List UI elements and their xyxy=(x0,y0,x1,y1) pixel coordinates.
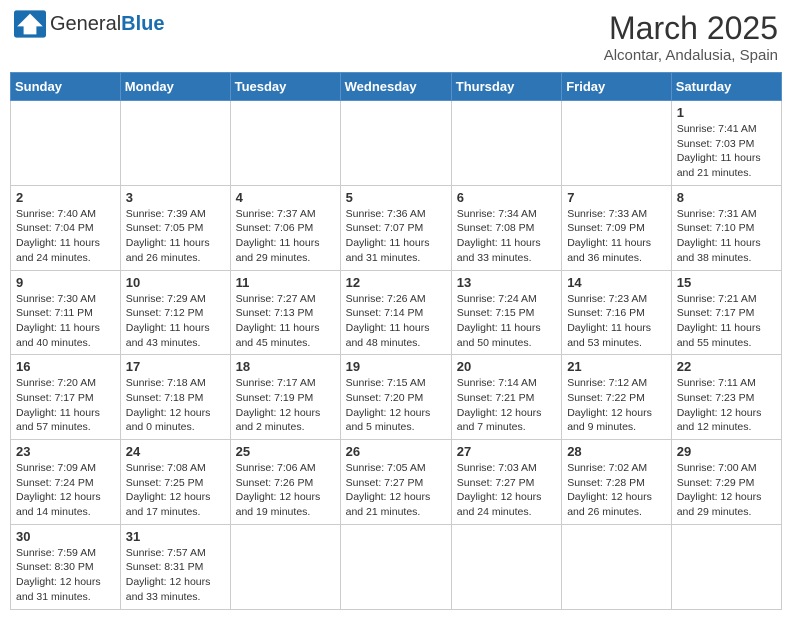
header-wednesday: Wednesday xyxy=(340,73,451,101)
day-27: 27 Sunrise: 7:03 AM Sunset: 7:27 PM Dayl… xyxy=(451,440,561,525)
location-subtitle: Alcontar, Andalusia, Spain xyxy=(604,47,778,64)
day-22: 22 Sunrise: 7:11 AM Sunset: 7:23 PM Dayl… xyxy=(671,355,781,440)
day-13: 13 Sunrise: 7:24 AM Sunset: 7:15 PM Dayl… xyxy=(451,270,561,355)
day-30: 30 Sunrise: 7:59 AM Sunset: 8:30 PM Dayl… xyxy=(11,524,121,609)
day-26: 26 Sunrise: 7:05 AM Sunset: 7:27 PM Dayl… xyxy=(340,440,451,525)
empty-cell xyxy=(230,101,340,186)
calendar-row-3: 9 Sunrise: 7:30 AM Sunset: 7:11 PM Dayli… xyxy=(11,270,782,355)
day-3: 3 Sunrise: 7:39 AM Sunset: 7:05 PM Dayli… xyxy=(120,185,230,270)
generalblue-icon xyxy=(14,10,46,38)
empty-cell xyxy=(120,101,230,186)
empty-cell xyxy=(11,101,121,186)
header-saturday: Saturday xyxy=(671,73,781,101)
logo-text: GeneralBlue xyxy=(50,13,165,36)
day-12: 12 Sunrise: 7:26 AM Sunset: 7:14 PM Dayl… xyxy=(340,270,451,355)
calendar-row-1: 1 Sunrise: 7:41 AM Sunset: 7:03 PM Dayli… xyxy=(11,101,782,186)
day-5: 5 Sunrise: 7:36 AM Sunset: 7:07 PM Dayli… xyxy=(340,185,451,270)
day-15: 15 Sunrise: 7:21 AM Sunset: 7:17 PM Dayl… xyxy=(671,270,781,355)
weekday-header-row: Sunday Monday Tuesday Wednesday Thursday… xyxy=(11,73,782,101)
header-tuesday: Tuesday xyxy=(230,73,340,101)
month-title: March 2025 xyxy=(604,10,778,47)
empty-cell xyxy=(451,101,561,186)
day-29: 29 Sunrise: 7:00 AM Sunset: 7:29 PM Dayl… xyxy=(671,440,781,525)
day-18: 18 Sunrise: 7:17 AM Sunset: 7:19 PM Dayl… xyxy=(230,355,340,440)
day-8: 8 Sunrise: 7:31 AM Sunset: 7:10 PM Dayli… xyxy=(671,185,781,270)
day-10: 10 Sunrise: 7:29 AM Sunset: 7:12 PM Dayl… xyxy=(120,270,230,355)
empty-cell xyxy=(671,524,781,609)
calendar-row-4: 16 Sunrise: 7:20 AM Sunset: 7:17 PM Dayl… xyxy=(11,355,782,440)
day-25: 25 Sunrise: 7:06 AM Sunset: 7:26 PM Dayl… xyxy=(230,440,340,525)
calendar-table: Sunday Monday Tuesday Wednesday Thursday… xyxy=(10,72,782,610)
day-2: 2 Sunrise: 7:40 AM Sunset: 7:04 PM Dayli… xyxy=(11,185,121,270)
day-31: 31 Sunrise: 7:57 AM Sunset: 8:31 PM Dayl… xyxy=(120,524,230,609)
header-monday: Monday xyxy=(120,73,230,101)
day-23: 23 Sunrise: 7:09 AM Sunset: 7:24 PM Dayl… xyxy=(11,440,121,525)
day-20: 20 Sunrise: 7:14 AM Sunset: 7:21 PM Dayl… xyxy=(451,355,561,440)
day-1: 1 Sunrise: 7:41 AM Sunset: 7:03 PM Dayli… xyxy=(671,101,781,186)
day-9: 9 Sunrise: 7:30 AM Sunset: 7:11 PM Dayli… xyxy=(11,270,121,355)
day-16: 16 Sunrise: 7:20 AM Sunset: 7:17 PM Dayl… xyxy=(11,355,121,440)
day-11: 11 Sunrise: 7:27 AM Sunset: 7:13 PM Dayl… xyxy=(230,270,340,355)
day-28: 28 Sunrise: 7:02 AM Sunset: 7:28 PM Dayl… xyxy=(562,440,672,525)
calendar-row-6: 30 Sunrise: 7:59 AM Sunset: 8:30 PM Dayl… xyxy=(11,524,782,609)
empty-cell xyxy=(562,101,672,186)
header-friday: Friday xyxy=(562,73,672,101)
day-14: 14 Sunrise: 7:23 AM Sunset: 7:16 PM Dayl… xyxy=(562,270,672,355)
empty-cell xyxy=(451,524,561,609)
header-sunday: Sunday xyxy=(11,73,121,101)
day-17: 17 Sunrise: 7:18 AM Sunset: 7:18 PM Dayl… xyxy=(120,355,230,440)
empty-cell xyxy=(340,101,451,186)
day-6: 6 Sunrise: 7:34 AM Sunset: 7:08 PM Dayli… xyxy=(451,185,561,270)
day-4: 4 Sunrise: 7:37 AM Sunset: 7:06 PM Dayli… xyxy=(230,185,340,270)
header-thursday: Thursday xyxy=(451,73,561,101)
empty-cell xyxy=(230,524,340,609)
calendar-row-2: 2 Sunrise: 7:40 AM Sunset: 7:04 PM Dayli… xyxy=(11,185,782,270)
day-24: 24 Sunrise: 7:08 AM Sunset: 7:25 PM Dayl… xyxy=(120,440,230,525)
day-7: 7 Sunrise: 7:33 AM Sunset: 7:09 PM Dayli… xyxy=(562,185,672,270)
header: GeneralBlue March 2025 Alcontar, Andalus… xyxy=(10,10,782,64)
day-21: 21 Sunrise: 7:12 AM Sunset: 7:22 PM Dayl… xyxy=(562,355,672,440)
day-1-info: Sunrise: 7:41 AM Sunset: 7:03 PM Dayligh… xyxy=(677,123,761,179)
day-19: 19 Sunrise: 7:15 AM Sunset: 7:20 PM Dayl… xyxy=(340,355,451,440)
calendar-row-5: 23 Sunrise: 7:09 AM Sunset: 7:24 PM Dayl… xyxy=(11,440,782,525)
empty-cell xyxy=(562,524,672,609)
empty-cell xyxy=(340,524,451,609)
logo: GeneralBlue xyxy=(14,10,165,38)
title-area: March 2025 Alcontar, Andalusia, Spain xyxy=(604,10,778,64)
